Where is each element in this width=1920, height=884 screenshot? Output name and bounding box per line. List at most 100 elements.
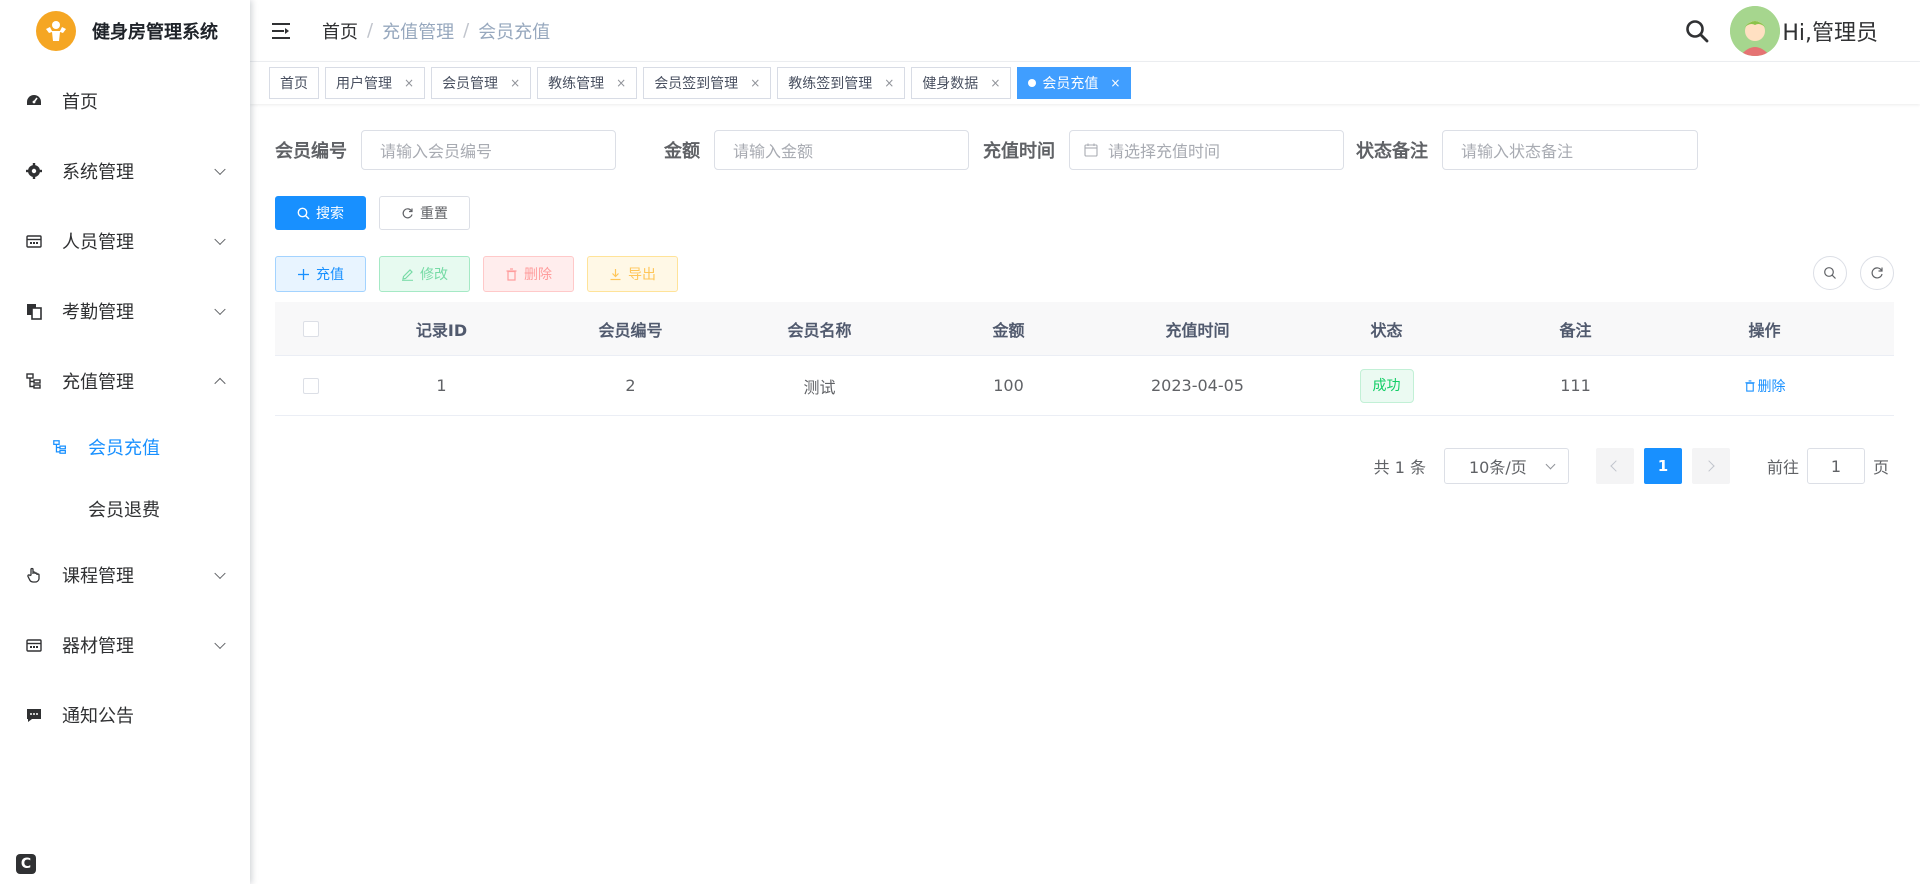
sidebar-item-recharge[interactable]: 充值管理 [0,346,250,416]
recharge-table: 记录ID 会员编号 会员名称 金额 充值时间 状态 备注 操作 1 2 测试 1… [275,302,1894,416]
column-header[interactable]: 金额 [914,317,1103,341]
column-header[interactable]: 备注 [1481,317,1670,341]
sidebar-item-system[interactable]: 系统管理 [0,136,250,206]
tag-label: 会员充值 [1042,76,1099,92]
sidebar-menu-lower: 课程管理 器材管理 通知公告 [0,540,250,750]
cell-record-id: 1 [436,376,447,395]
select-all-checkbox[interactable] [303,320,319,337]
chevron-down-icon [214,163,226,176]
select-all-cell [275,320,347,337]
column-header[interactable]: 充值时间 [1103,317,1292,341]
refresh-button[interactable] [1860,256,1894,290]
hamburger-menu-icon[interactable] [270,20,292,42]
trash-icon [506,267,517,281]
delete-button[interactable]: 删除 [483,256,574,292]
recharge-time-placeholder: 请选择充值时间 [1108,142,1221,161]
column-header[interactable]: 操作 [1670,317,1859,341]
delete-button-label: 删除 [524,267,552,283]
reset-button-label: 重置 [420,206,448,222]
status-remark-label: 状态备注 [1356,141,1428,162]
member-id-placeholder: 请输入会员编号 [380,142,493,161]
goto-page-input[interactable]: 1 [1806,448,1865,484]
page-size-select[interactable]: 10条/页 [1443,448,1569,484]
prev-page-button[interactable] [1595,448,1634,484]
status-remark-placeholder: 请输入状态备注 [1461,142,1574,161]
amount-input[interactable]: 请输入金额 [714,130,969,170]
close-icon[interactable]: × [404,76,414,90]
tag-member-recharge[interactable]: 会员充值 × [1017,67,1132,99]
member-id-input[interactable]: 请输入会员编号 [361,130,616,170]
sidebar-item-label: 人员管理 [62,232,134,253]
sidebar-item-course[interactable]: 课程管理 [0,540,250,610]
recharge-button[interactable]: 充值 [275,256,366,292]
export-button[interactable]: 导出 [587,256,678,292]
search-icon[interactable] [1684,18,1710,44]
column-header[interactable]: 状态 [1292,317,1481,341]
chevron-down-icon [214,233,226,246]
page-number-current[interactable]: 1 [1643,448,1682,484]
close-icon[interactable]: × [750,76,760,90]
tag-fitness-data[interactable]: 健身数据 × [911,67,1012,99]
recharge-time-picker[interactable]: 请选择充值时间 [1069,130,1344,170]
search-form: 会员编号 请输入会员编号 金额 请输入金额 充值时间 请选择充值时间 状态备注 … [275,130,1894,170]
tag-coach-management[interactable]: 教练管理 × [537,67,638,99]
tag-coach-signin[interactable]: 教练签到管理 × [777,67,906,99]
close-icon[interactable]: × [510,76,520,90]
sidebar-item-member-recharge[interactable]: 会员充值 [0,416,250,478]
close-icon[interactable]: × [990,76,1000,90]
cell-actions: 删除 [1670,376,1859,396]
breadcrumb-home[interactable]: 首页 [322,18,358,44]
table-header: 记录ID 会员编号 会员名称 金额 充值时间 状态 备注 操作 [275,302,1894,356]
row-checkbox[interactable] [303,377,319,394]
download-icon [610,268,621,280]
table-row[interactable]: 1 2 测试 100 2023-04-05 成功 111 删除 [275,356,1894,416]
avatar[interactable] [1730,6,1781,56]
sidebar-item-member-refund[interactable]: 会员退费 [0,478,250,540]
tag-user-management[interactable]: 用户管理 × [325,67,426,99]
sidebar-item-personnel[interactable]: 人员管理 [0,206,250,276]
sidebar-item-home[interactable]: 首页 [0,66,250,136]
edit-button[interactable]: 修改 [379,256,470,292]
tag-label: 教练管理 [548,76,605,92]
toggle-search-button[interactable] [1813,256,1847,290]
reset-button[interactable]: 重置 [379,196,470,230]
breadcrumb-separator: / [367,20,374,41]
search-button[interactable]: 搜索 [275,196,366,230]
edit-icon [402,268,413,281]
breadcrumb-recharge: 充值管理 [382,21,455,43]
top-navbar: 首页 / 充值管理 / 会员充值 Hi,管理员 [250,0,1920,62]
cell-amount: 100 [993,376,1024,395]
recharge-button-label: 充值 [316,267,344,283]
chevron-left-icon [1610,460,1623,472]
close-icon[interactable]: × [616,76,626,90]
tag-home[interactable]: 首页 [269,67,319,99]
calendar-icon [24,635,44,655]
column-header[interactable]: 记录ID [347,317,536,341]
edit-button-label: 修改 [420,267,448,283]
goto-label: 前往 [1766,458,1799,477]
table-toolbar: 充值 修改 删除 导出 [275,256,1894,292]
tag-label: 健身数据 [922,76,979,92]
calendar-icon [24,231,44,251]
sidebar-item-attendance[interactable]: 考勤管理 [0,276,250,346]
next-page-button[interactable] [1691,448,1730,484]
tag-member-management[interactable]: 会员管理 × [431,67,532,99]
row-delete-link[interactable]: 删除 [1744,376,1786,396]
tag-member-signin[interactable]: 会员签到管理 × [643,67,772,99]
close-icon[interactable]: × [884,76,894,90]
sidebar-item-label: 系统管理 [62,162,134,183]
cell-remark: 111 [1560,376,1591,395]
close-icon[interactable]: × [1110,76,1120,90]
sidebar-item-equipment[interactable]: 器材管理 [0,610,250,680]
pagination: 共 1 条 10条/页 1 前往 1 页 [1374,448,1889,484]
breadcrumb: 首页 / 充值管理 / 会员充值 [322,18,550,44]
user-greeting[interactable]: Hi,管理员 [1782,15,1878,47]
row-delete-label: 删除 [1757,378,1786,395]
column-header[interactable]: 会员名称 [725,317,914,341]
sidebar-item-notice[interactable]: 通知公告 [0,680,250,750]
logo[interactable]: 健身房管理系统 [0,0,250,62]
status-remark-input[interactable]: 请输入状态备注 [1442,130,1698,170]
sidebar: 健身房管理系统 首页 系统管理 人员管理 考勤管理 充值管理 会员充值 会员退费… [0,0,250,884]
column-header[interactable]: 会员编号 [536,317,725,341]
tag-label: 教练签到管理 [788,76,873,92]
